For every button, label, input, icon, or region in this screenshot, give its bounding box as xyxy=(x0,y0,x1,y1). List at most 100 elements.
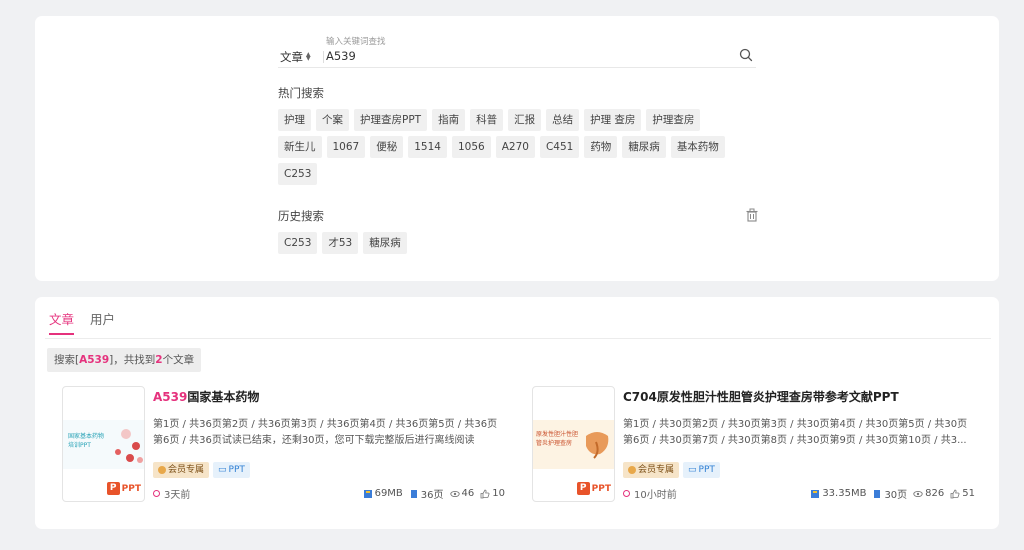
vip-label: 会员专属 xyxy=(168,465,205,475)
views-stat: 826 xyxy=(913,488,944,499)
tab-users[interactable]: 用户 xyxy=(90,309,115,335)
pages-icon xyxy=(410,489,417,498)
search-tag[interactable]: 1056 xyxy=(451,136,491,158)
result-stats: 33.35MB 30页 826 51 xyxy=(810,486,975,501)
thumb-up-icon xyxy=(950,489,960,498)
result-card[interactable]: 国家基本药物 培训PPT P PPT A539国家基本药物 第1页 / 共36页第… xyxy=(62,386,508,504)
result-description: 第1页 / 共36页第2页 / 共36页第3页 / 共36页第4页 / 共36页… xyxy=(153,419,498,446)
search-tag[interactable]: C451 xyxy=(539,136,580,158)
search-input-hint: 输入关键词查找 xyxy=(326,37,386,47)
file-size: 69MB xyxy=(374,488,403,499)
time-text: 10小时前 xyxy=(634,490,677,501)
folder-icon: ▭ xyxy=(218,465,227,475)
search-tag[interactable]: 指南 xyxy=(432,109,466,131)
slide-title: 国家基本药物 培训PPT xyxy=(68,433,105,449)
search-tag[interactable]: 糖尿病 xyxy=(622,136,666,158)
title-highlight: A539 xyxy=(153,390,188,404)
result-description: 第1页 / 共30页第2页 / 共30页第3页 / 共30页第4页 / 共30页… xyxy=(623,419,968,446)
result-tabs: 文章 用户 xyxy=(49,309,115,335)
search-tag[interactable]: 药物 xyxy=(584,136,618,158)
title-text: 国家基本药物 xyxy=(187,390,260,404)
search-tag[interactable]: 护理查房PPT xyxy=(354,109,428,131)
likes-stat[interactable]: 51 xyxy=(950,488,975,499)
result-title[interactable]: C704原发性胆汁性胆管炎护理查房带参考文献PPT xyxy=(623,388,899,405)
like-count: 51 xyxy=(962,488,975,499)
file-size: 33.35MB xyxy=(822,488,867,499)
sort-arrows-icon: ▲ ▼ xyxy=(306,51,311,62)
results-panel: 文章 用户 搜索[A539]，共找到2个文章 国家基本药物 培训PPT P PPT… xyxy=(35,297,999,529)
result-stats: 69MB 36页 46 10 xyxy=(363,486,505,501)
page-count: 30页 xyxy=(884,490,908,501)
tab-articles[interactable]: 文章 xyxy=(49,309,75,335)
search-tag[interactable]: 个案 xyxy=(316,109,349,131)
summary-middle: ]，共找到 xyxy=(109,354,156,366)
crown-icon xyxy=(158,466,166,474)
search-tag[interactable]: 新生儿 xyxy=(278,136,322,158)
vip-label: 会员专属 xyxy=(638,465,675,475)
history-search-label: 历史搜索 xyxy=(278,209,324,223)
trash-icon[interactable] xyxy=(745,208,759,222)
result-title[interactable]: A539国家基本药物 xyxy=(153,388,259,405)
search-tag[interactable]: 便秘 xyxy=(370,136,404,158)
ppt-file-badge: P PPT xyxy=(576,482,611,495)
vip-badge: 会员专属 xyxy=(153,462,210,478)
slide-title: 原发性胆汁性胆 管炎护理查房 xyxy=(536,431,579,447)
pills-illustration xyxy=(115,429,143,463)
type-label: PPT xyxy=(228,465,245,475)
result-badges: 会员专属 ▭ PPT xyxy=(623,462,720,478)
page-count: 36页 xyxy=(420,490,444,501)
pages-stat: 30页 xyxy=(872,486,907,501)
search-tag[interactable]: C253 xyxy=(278,232,318,254)
folder-icon: ▭ xyxy=(688,465,697,475)
result-time: 10小时前 xyxy=(623,486,677,501)
search-tag[interactable]: 总结 xyxy=(546,109,580,131)
tabs-divider xyxy=(45,338,991,339)
search-tag[interactable]: 基本药物 xyxy=(670,136,725,158)
search-tag[interactable]: 护理查房 xyxy=(646,109,701,131)
type-badge: ▭ PPT xyxy=(213,462,250,478)
view-count: 46 xyxy=(461,488,475,499)
slide-preview: 国家基本药物 培训PPT xyxy=(63,420,144,469)
search-tag[interactable]: C253 xyxy=(278,163,318,185)
view-count: 826 xyxy=(925,488,945,499)
result-thumbnail[interactable]: 原发性胆汁性胆 管炎护理查房 P PPT xyxy=(532,386,615,502)
search-tag[interactable]: 汇报 xyxy=(508,109,542,131)
hot-search-label: 热门搜索 xyxy=(278,86,324,100)
file-size-stat: 69MB xyxy=(363,488,403,499)
history-search-tags: C253 才53 糖尿病 xyxy=(278,232,778,254)
likes-stat[interactable]: 10 xyxy=(480,488,505,499)
summary-prefix: 搜索[ xyxy=(54,354,80,366)
search-tag[interactable]: 才53 xyxy=(322,232,359,254)
thumb-up-icon xyxy=(480,489,490,498)
search-panel: 文章 ▲ ▼ 输入关键词查找 A539 热门搜索 护理 个案 护理查房PPT 指南 科普汇… xyxy=(35,16,999,281)
file-size-icon xyxy=(811,489,820,498)
search-tag[interactable]: 科普 xyxy=(470,109,504,131)
views-stat: 46 xyxy=(449,488,475,499)
ppt-icon: P xyxy=(106,482,120,495)
pages-icon xyxy=(874,489,881,498)
result-badges: 会员专属 ▭ PPT xyxy=(153,462,250,478)
crown-icon xyxy=(628,466,636,474)
search-tag[interactable]: 护理 查房 xyxy=(584,109,642,131)
search-tag[interactable]: 护理 xyxy=(278,109,311,131)
organ-illustration xyxy=(586,432,609,459)
summary-keyword: A539 xyxy=(79,354,110,366)
search-tag[interactable]: 1067 xyxy=(326,136,366,158)
search-tag[interactable]: 1514 xyxy=(408,136,447,158)
search-type-select[interactable]: 文章 ▲ ▼ xyxy=(280,49,311,65)
result-thumbnail[interactable]: 国家基本药物 培训PPT P PPT xyxy=(62,386,145,502)
search-bar: 文章 ▲ ▼ 输入关键词查找 A539 xyxy=(278,34,756,68)
result-card[interactable]: 原发性胆汁性胆 管炎护理查房 P PPT C704原发性胆汁性胆管炎护理查房带参考… xyxy=(532,386,978,504)
vip-badge: 会员专属 xyxy=(623,462,680,478)
search-icon[interactable] xyxy=(738,47,754,63)
search-type-label: 文章 xyxy=(280,50,303,64)
search-tag[interactable]: 糖尿病 xyxy=(363,232,407,254)
clock-icon xyxy=(623,490,630,497)
search-input[interactable]: A539 xyxy=(326,49,356,63)
file-size-icon xyxy=(363,489,372,498)
hot-search-tags: 护理 个案 护理查房PPT 指南 科普 汇报 总结 护理 查房 护理查房新生儿 1067 便秘 151… xyxy=(278,109,728,185)
time-text: 3天前 xyxy=(164,490,191,501)
title-text: C704原发性胆汁性胆管炎护理查房带参考文献PPT xyxy=(623,390,899,404)
divider xyxy=(323,51,324,63)
search-tag[interactable]: A270 xyxy=(495,136,535,158)
